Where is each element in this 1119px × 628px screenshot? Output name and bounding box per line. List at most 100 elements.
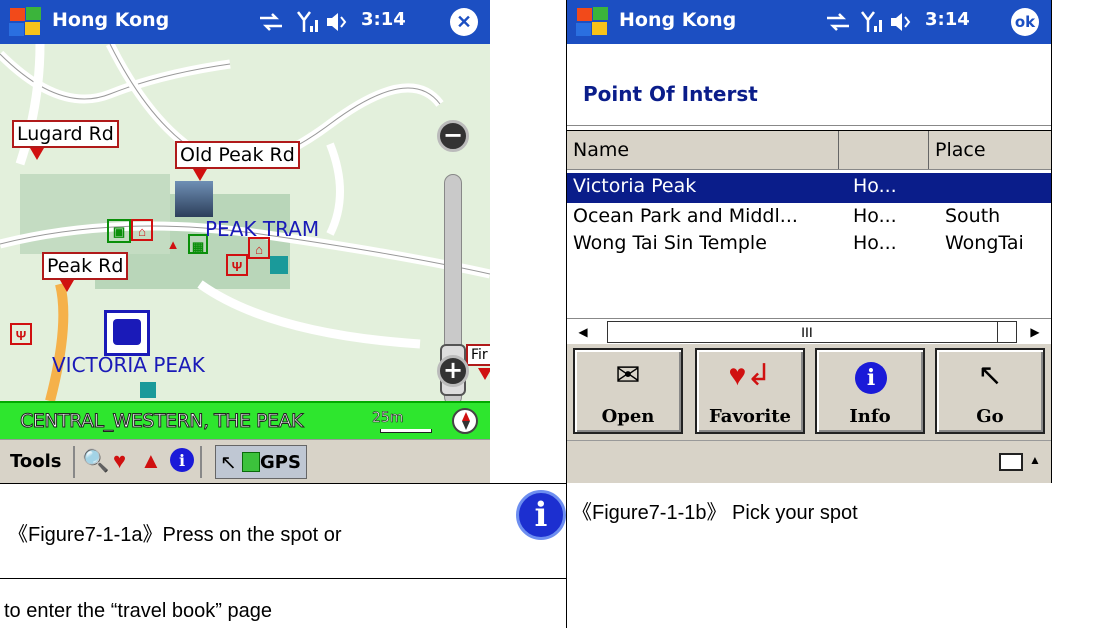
bottom-menu-bar: ▲ <box>567 440 1051 483</box>
tools-menu[interactable]: Tools <box>10 451 62 472</box>
pointer-icon: ↖ <box>220 452 237 474</box>
info-caption-glyph: i <box>534 495 548 535</box>
item-region: Ho... <box>853 175 897 197</box>
input-menu-arrow-icon[interactable]: ▲ <box>1029 453 1041 467</box>
column-header-region[interactable] <box>839 131 929 169</box>
poi-dining-icon-2[interactable]: Ψ <box>10 323 32 345</box>
go-cursor-icon: ↖ <box>977 359 1003 392</box>
table-row-divider-1 <box>0 483 567 484</box>
table-row-divider-2 <box>0 578 567 579</box>
compass-icon[interactable] <box>452 408 478 434</box>
item-place: South <box>945 205 1001 227</box>
right-device-screen: Hong Kong 3:14 ok Point Of Interst Name … <box>567 0 1051 483</box>
clock-right[interactable]: 3:14 <box>925 9 970 30</box>
scroll-thumb[interactable]: III <box>607 321 1007 343</box>
ok-button[interactable]: ok <box>1011 8 1039 36</box>
zoom-in-glyph: + <box>442 356 464 384</box>
poi-restaurant-icon[interactable]: ⌂ <box>131 219 153 241</box>
binoculars-icon[interactable]: 🔍 <box>82 448 109 474</box>
photo-thumbnail-icon[interactable] <box>175 181 213 217</box>
poi-header-title: Point Of Interst <box>583 82 758 106</box>
list-item[interactable]: Ocean Park and Middl... Ho... South <box>567 203 1051 233</box>
close-icon[interactable]: ✕ <box>450 8 478 36</box>
scale-bar <box>380 429 432 433</box>
bottom-toolbar: Tools 🔍 ♥ ▲ i ↖ GPS <box>0 439 490 483</box>
keyboard-icon[interactable] <box>999 453 1023 471</box>
scroll-left-arrow-icon[interactable]: ◀ <box>573 323 593 341</box>
pin-old-peak[interactable] <box>193 169 207 181</box>
open-button[interactable]: ✉ Open <box>573 348 683 434</box>
toolbar-separator-2 <box>200 446 202 478</box>
go-button[interactable]: ↖ Go <box>935 348 1045 434</box>
favorite-label: Favorite <box>708 406 791 427</box>
open-label: Open <box>601 406 655 427</box>
open-icon: ✉ <box>615 359 641 392</box>
zoom-out-button[interactable]: − <box>437 120 469 152</box>
poi-warning-icon[interactable]: ▲ <box>162 234 184 256</box>
connectivity-icon[interactable] <box>258 10 284 34</box>
item-place: WongTai <box>945 232 1024 254</box>
item-name: Wong Tai Sin Temple <box>573 232 767 254</box>
windows-start-icon-right[interactable] <box>575 6 611 38</box>
list-header: Name Place <box>567 130 1051 170</box>
go-label: Go <box>976 406 1004 427</box>
road-label-lugard[interactable]: Lugard Rd <box>12 120 119 148</box>
signal-icon-right[interactable] <box>860 10 884 34</box>
zoom-out-glyph: − <box>442 121 464 149</box>
column-header-name[interactable]: Name <box>567 131 839 169</box>
app-title-right: Hong Kong <box>619 9 737 31</box>
heart-icon[interactable]: ♥ <box>113 448 126 474</box>
close-glyph: ✕ <box>456 12 472 32</box>
poi-shop-icon[interactable]: ▣ <box>107 219 131 243</box>
item-name: Ocean Park and Middl... <box>573 205 798 227</box>
favorite-icon: ♥↲ <box>728 359 772 392</box>
gps-button[interactable]: ↖ GPS <box>215 445 307 479</box>
volume-icon[interactable] <box>325 10 349 34</box>
info-icon-caption: i <box>516 490 566 540</box>
title-bar-right: Hong Kong 3:14 ok <box>567 0 1051 44</box>
car-icon[interactable]: ▲ <box>140 448 162 474</box>
table-right-border <box>1051 0 1052 483</box>
bus-stop-icon[interactable] <box>104 310 150 356</box>
clock[interactable]: 3:14 <box>361 9 406 30</box>
poi-dining-icon[interactable]: Ψ <box>226 254 248 276</box>
pin-peak[interactable] <box>60 280 74 292</box>
pin-lugard[interactable] <box>30 148 44 160</box>
column-header-place[interactable]: Place <box>929 131 1051 169</box>
zoom-in-button[interactable]: + <box>437 355 469 387</box>
info-icon-right: i <box>855 362 887 394</box>
list-item[interactable]: Wong Tai Sin Temple Ho... WongTai <box>567 230 1051 260</box>
map-view[interactable]: Lugard Rd Old Peak Rd Peak Rd ▣ ⌂ ▲ ▦ Ψ … <box>0 44 490 401</box>
item-region: Ho... <box>853 232 897 254</box>
location-status-bar: CENTRAL_WESTERN, THE PEAK 25m <box>0 401 490 439</box>
poi-teal-icon[interactable] <box>270 256 288 274</box>
info-icon[interactable]: i <box>170 448 194 472</box>
road-label-peak[interactable]: Peak Rd <box>42 252 129 280</box>
poi-teal-icon-2[interactable] <box>140 382 156 398</box>
map-icon <box>242 452 260 472</box>
place-label-victoria-peak[interactable]: VICTORIA PEAK <box>52 353 205 377</box>
horizontal-scrollbar[interactable]: ◀ III ▶ <box>567 318 1051 344</box>
info-label: Info <box>849 406 891 427</box>
road-label-old-peak[interactable]: Old Peak Rd <box>175 141 300 169</box>
poi-list[interactable]: Name Place Victoria Peak Ho... Ocean Par… <box>567 126 1051 344</box>
figure-a-caption-line2: to enter the “travel book” page <box>4 600 272 622</box>
favorite-button[interactable]: ♥↲ Favorite <box>695 348 805 434</box>
app-title: Hong Kong <box>52 9 170 31</box>
windows-start-icon[interactable] <box>8 6 44 38</box>
list-item[interactable]: Victoria Peak Ho... <box>567 173 1051 203</box>
title-bar: Hong Kong 3:14 ✕ <box>0 0 490 44</box>
item-region: Ho... <box>853 205 897 227</box>
info-button[interactable]: i Info <box>815 348 925 434</box>
signal-icon[interactable] <box>296 10 320 34</box>
road-label-partial[interactable]: Fir <box>466 344 490 366</box>
location-text: CENTRAL_WESTERN, THE PEAK <box>20 410 304 433</box>
connectivity-icon-right[interactable] <box>825 10 851 34</box>
pin-partial[interactable] <box>478 368 490 380</box>
toolbar-separator <box>73 446 75 478</box>
scroll-right-arrow-icon[interactable]: ▶ <box>1025 323 1045 341</box>
volume-icon-right[interactable] <box>889 10 913 34</box>
poi-header: Point Of Interst <box>567 44 1051 126</box>
scroll-track-end <box>997 321 1017 343</box>
place-label-peak-tram[interactable]: PEAK TRAM <box>205 217 319 241</box>
